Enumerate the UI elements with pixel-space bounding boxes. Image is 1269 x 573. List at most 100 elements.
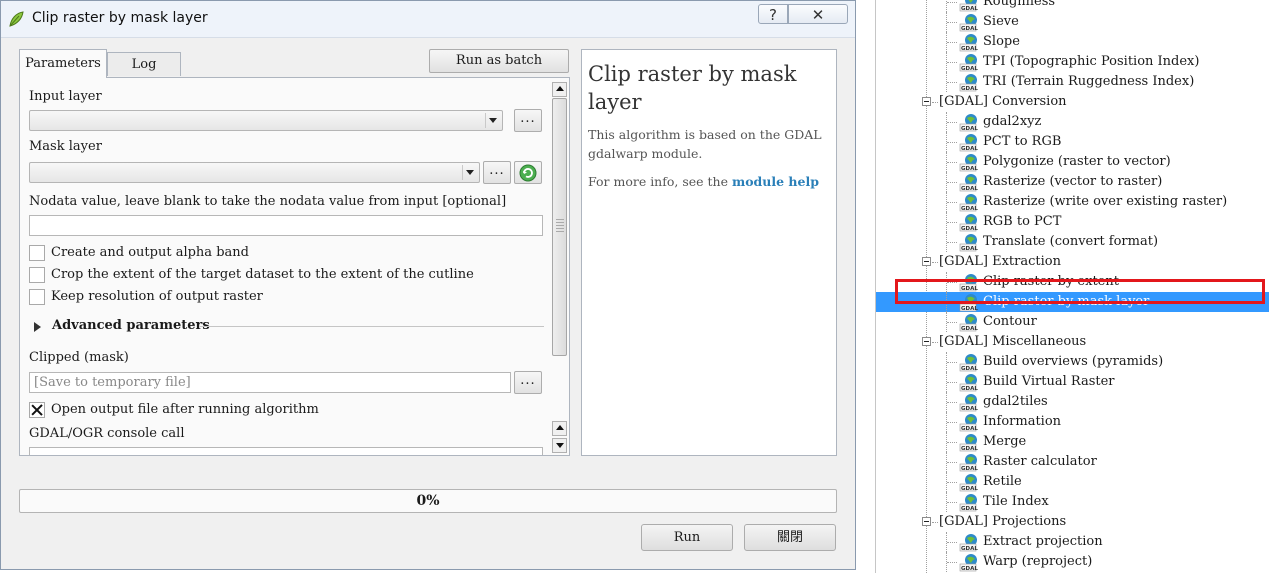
gdal-globe-icon: GDAL	[959, 234, 978, 252]
tree-item[interactable]: GDAL Build Virtual Raster	[876, 372, 1269, 392]
advanced-divider	[200, 326, 544, 327]
tree-item[interactable]: GDAL Polygonize (raster to vector)	[876, 152, 1269, 172]
tree-item[interactable]: GDAL gdal2tiles	[876, 392, 1269, 412]
tree-item-label: RGB to PCT	[983, 214, 1062, 229]
tree-item-label: Tile Index	[983, 494, 1049, 509]
iterate-button[interactable]	[514, 161, 542, 184]
keep-resolution-label: Keep resolution of output raster	[51, 289, 263, 304]
gdal-globe-icon: GDAL	[959, 54, 978, 72]
collapse-icon[interactable]	[922, 337, 931, 346]
keep-resolution-checkbox[interactable]	[29, 289, 45, 305]
run-batch-button[interactable]: Run as batch process...	[429, 49, 569, 90]
input-layer-combo[interactable]	[29, 110, 503, 131]
alpha-band-checkbox[interactable]	[29, 245, 45, 261]
collapse-icon[interactable]	[922, 517, 931, 526]
gdal-globe-icon: GDAL	[959, 214, 978, 232]
nodata-label: Nodata value, leave blank to take the no…	[29, 194, 507, 209]
clipped-output-input[interactable]: [Save to temporary file]	[29, 372, 511, 393]
tree-item[interactable]: GDAL Merge	[876, 432, 1269, 452]
open-output-checkbox[interactable]	[29, 402, 45, 418]
tree-item-label: Warp (reproject)	[983, 554, 1093, 569]
tree-item[interactable]: GDAL Clip raster by mask layer	[876, 292, 1269, 312]
nodata-input[interactable]	[29, 215, 543, 236]
form-scrollbar[interactable]	[552, 82, 568, 454]
gdal-globe-icon: GDAL	[959, 114, 978, 132]
gdal-globe-icon: GDAL	[959, 194, 978, 212]
tree-item-label: Retile	[983, 474, 1022, 489]
clipped-output-label: Clipped (mask)	[29, 350, 129, 365]
crop-to-cutline-checkbox[interactable]	[29, 267, 45, 283]
dropdown-arrow-icon	[489, 118, 497, 123]
tree-item[interactable]: GDAL TPI (Topographic Position Index)	[876, 52, 1269, 72]
tree-item[interactable]: GDAL Translate (convert format)	[876, 232, 1269, 252]
close-button[interactable]: 關閉	[744, 524, 836, 551]
alpha-band-label: Create and output alpha band	[51, 245, 249, 260]
tree-item[interactable]: GDAL Extract projection	[876, 532, 1269, 552]
gdal-globe-icon: GDAL	[959, 434, 978, 452]
tree-item[interactable]: GDAL Raster calculator	[876, 452, 1269, 472]
run-button[interactable]: Run	[641, 524, 733, 551]
gdal-globe-icon: GDAL	[959, 74, 978, 92]
tree-item[interactable]: GDAL gdal2xyz	[876, 112, 1269, 132]
tab-log[interactable]: Log	[107, 52, 181, 76]
tree-item-label: [GDAL] Projections	[939, 514, 1067, 529]
collapse-icon[interactable]	[922, 97, 931, 106]
progress-bar: 0%	[19, 489, 837, 513]
tree-item[interactable]: GDAL Rasterize (vector to raster)	[876, 172, 1269, 192]
help-description: This algorithm is based on the GDAL gdal…	[588, 127, 822, 161]
gdal-globe-icon: GDAL	[959, 294, 978, 312]
tree-item[interactable]: GDAL TRI (Terrain Ruggedness Index)	[876, 72, 1269, 92]
window-close-button[interactable]: ✕	[788, 4, 848, 24]
tree-item-label: [GDAL] Miscellaneous	[939, 334, 1087, 349]
scroll-thumb[interactable]	[552, 98, 567, 356]
tree-item[interactable]: GDAL Rasterize (write over existing raste…	[876, 192, 1269, 212]
processing-dialog: Clip raster by mask layer ? ✕ Parameters…	[0, 0, 856, 570]
tree-group[interactable]: [GDAL] Miscellaneous	[876, 332, 1269, 352]
tree-item[interactable]: GDAL Clip raster by extent	[876, 272, 1269, 292]
tree-item[interactable]: GDAL PCT to RGB	[876, 132, 1269, 152]
advanced-parameters-toggle[interactable]: Advanced parameters	[34, 318, 544, 336]
scroll-down-button[interactable]	[552, 438, 567, 453]
tree-item-label: gdal2xyz	[983, 114, 1042, 129]
tree-item[interactable]: GDAL Tile Index	[876, 492, 1269, 512]
gdal-globe-icon: GDAL	[959, 554, 978, 572]
scroll-up-button[interactable]	[552, 82, 567, 97]
tree-item[interactable]: GDAL Warp (reproject)	[876, 552, 1269, 572]
tree-item[interactable]: GDAL Slope	[876, 32, 1269, 52]
gdal-globe-icon: GDAL	[959, 474, 978, 492]
tree-item[interactable]: GDAL Roughness	[876, 0, 1269, 12]
scroll-up-button-lower[interactable]	[552, 421, 567, 436]
module-help-link[interactable]: module help	[732, 174, 819, 189]
open-output-label: Open output file after running algorithm	[51, 402, 319, 417]
tree-item-label: Polygonize (raster to vector)	[983, 154, 1171, 169]
title-bar[interactable]: Clip raster by mask layer ? ✕	[1, 1, 855, 38]
tree-item[interactable]: GDAL Build overviews (pyramids)	[876, 352, 1269, 372]
tree-item[interactable]: GDAL Retile	[876, 472, 1269, 492]
tree-item[interactable]: GDAL Sieve	[876, 12, 1269, 32]
progress-text: 0%	[416, 493, 440, 509]
tree-item-label: Information	[983, 414, 1062, 429]
tree-group[interactable]: [GDAL] Projections	[876, 512, 1269, 532]
input-layer-browse-button[interactable]: ...	[514, 109, 542, 132]
tree-item-label: Translate (convert format)	[983, 234, 1159, 249]
tree-item-label: [GDAL] Conversion	[939, 94, 1067, 109]
expand-arrow-icon	[34, 322, 41, 332]
tree-group[interactable]: [GDAL] Extraction	[876, 252, 1269, 272]
tab-parameters[interactable]: Parameters	[19, 49, 107, 78]
gdal-globe-icon: GDAL	[959, 134, 978, 152]
tree-item[interactable]: GDAL Information	[876, 412, 1269, 432]
clipped-output-browse-button[interactable]: ...	[514, 371, 542, 394]
gdal-globe-icon: GDAL	[959, 374, 978, 392]
toolbox-tree[interactable]: GDAL Roughness GDAL Sieve GDAL Slope GDAL TPI (…	[875, 0, 1269, 573]
tree-item-label: Rasterize (vector to raster)	[983, 174, 1163, 189]
help-button[interactable]: ?	[758, 4, 788, 24]
console-call-field[interactable]	[29, 447, 543, 455]
tree-item[interactable]: GDAL Contour	[876, 312, 1269, 332]
gdal-globe-icon: GDAL	[959, 174, 978, 192]
mask-layer-combo[interactable]	[29, 162, 480, 183]
help-title: Clip raster by mask layer	[588, 62, 797, 114]
mask-layer-browse-button[interactable]: ...	[483, 161, 511, 184]
tree-item[interactable]: GDAL RGB to PCT	[876, 212, 1269, 232]
collapse-icon[interactable]	[922, 257, 931, 266]
tree-group[interactable]: [GDAL] Conversion	[876, 92, 1269, 112]
